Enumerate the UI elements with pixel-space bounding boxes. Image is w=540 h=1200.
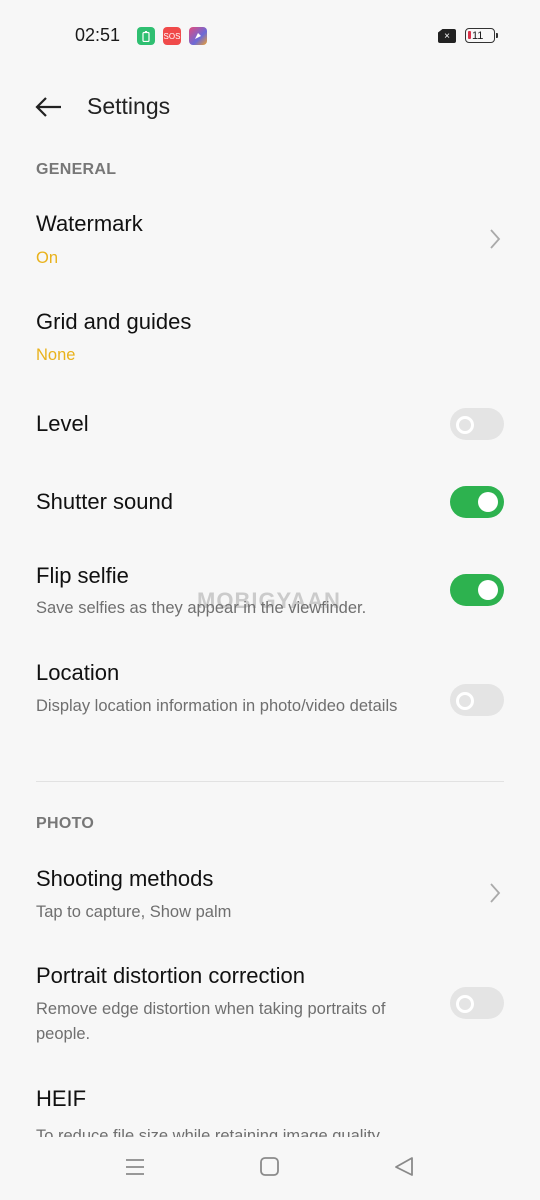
setting-value: On [36,249,59,267]
section-header-general: GENERAL [36,161,117,178]
navigation-bar [0,1140,540,1200]
level-toggle[interactable] [450,408,504,440]
setting-subtitle: Tap to capture, Show palm [36,903,232,921]
location-toggle[interactable] [450,684,504,716]
setting-title: Portrait distortion correction [36,963,305,988]
app-header: Settings [0,80,540,134]
battery-saver-icon [137,27,155,45]
battery-icon: 11 [465,28,498,43]
flip-selfie-toggle[interactable] [450,574,504,606]
setting-title: Shooting methods [36,866,214,891]
setting-subtitle: To reduce file size while retaining imag… [36,1127,380,1137]
portrait-distortion-toggle[interactable] [450,987,504,1019]
toggle-knob [478,492,498,512]
toggle-knob [456,692,474,710]
back-triangle-icon[interactable] [393,1156,415,1178]
shutter-sound-toggle[interactable] [450,486,504,518]
toggle-knob [456,995,474,1013]
setting-title: Location [36,660,120,685]
setting-title: Shutter sound [36,489,173,514]
clock: 02:51 [75,25,121,45]
sos-icon: SOS [163,27,181,45]
setting-subtitle: Remove edge distortion when taking portr… [36,1000,386,1043]
setting-title: HEIF [36,1086,87,1111]
app-icon [189,27,207,45]
battery-level: 11 [472,29,484,42]
toggle-knob [456,416,474,434]
no-sim-icon: × [438,29,456,43]
setting-title: Grid and guides [36,309,192,334]
setting-value: None [36,346,76,364]
setting-subtitle: Display location information in photo/vi… [36,697,398,715]
arrow-left-icon [35,97,61,117]
page-title: Settings [87,93,171,119]
section-divider [36,781,504,782]
setting-title: Flip selfie [36,563,129,588]
section-header-photo: PHOTO [36,815,95,832]
chevron-right-icon [490,229,501,249]
setting-title: Level [36,411,89,436]
back-button[interactable] [33,92,63,122]
chevron-right-icon [490,883,501,903]
overlay-watermark: MOBIGYAAN [197,588,341,613]
setting-title: Watermark [36,211,143,236]
home-icon[interactable] [259,1156,281,1178]
status-bar: 02:51 SOS × 11 [0,0,540,70]
menu-icon[interactable] [124,1157,146,1177]
toggle-knob [478,580,498,600]
